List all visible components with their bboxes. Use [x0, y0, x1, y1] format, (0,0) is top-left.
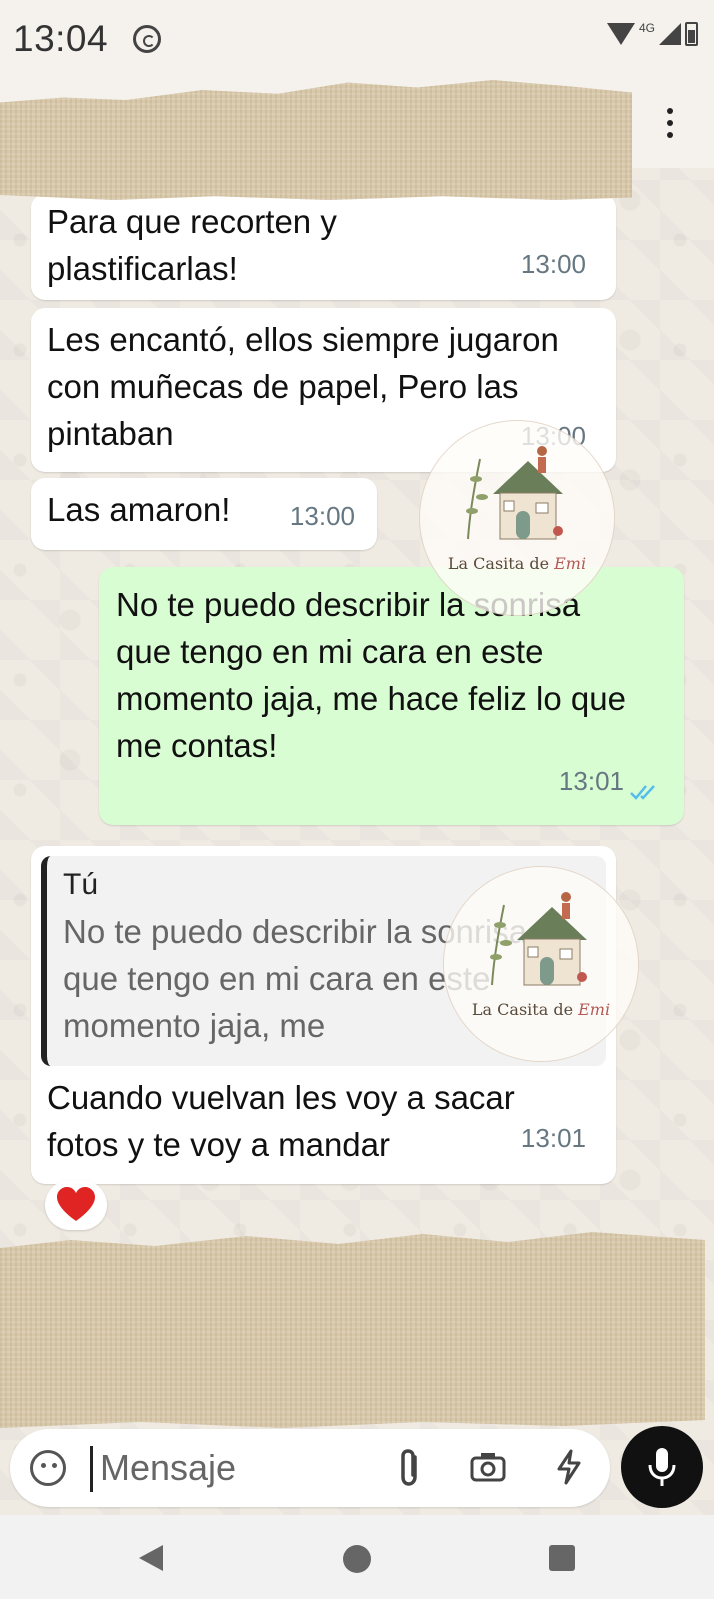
camera-icon[interactable] — [470, 1452, 506, 1482]
message-text: Cuando vuelvan les voy a sacar fotos y t… — [47, 1079, 515, 1163]
watermark-logo: La Casita de Emi — [419, 420, 615, 616]
back-icon[interactable] — [137, 1543, 165, 1573]
recents-icon[interactable] — [549, 1545, 575, 1571]
text-caret — [90, 1446, 93, 1492]
home-icon[interactable] — [343, 1545, 371, 1573]
watermark-label: La Casita de Emi — [447, 554, 587, 573]
sticker-icon[interactable] — [30, 1450, 66, 1486]
house-illustration-icon — [490, 892, 587, 986]
wifi-icon — [606, 23, 635, 45]
reaction-heart[interactable] — [45, 1180, 107, 1230]
house-illustration-icon — [466, 446, 563, 540]
battery-icon — [685, 22, 698, 46]
message-time: 13:01 — [520, 1123, 586, 1153]
message-bubble-outgoing[interactable]: No te puedo describir la sonrisa que ten… — [99, 567, 684, 825]
message-text: Para que recorten y plastificarlas! — [47, 203, 337, 287]
watermark-label: La Casita de Emi — [471, 1000, 611, 1019]
more-options-icon[interactable] — [666, 108, 674, 138]
message-text: No te puedo describir la sonrisa que ten… — [116, 586, 626, 764]
status-bar: 13:04 4G — [0, 0, 714, 80]
status-time: 13:04 — [13, 18, 109, 59]
message-time: 13:01 — [558, 766, 624, 796]
double-check-read-icon — [630, 785, 655, 800]
paperclip-icon[interactable] — [397, 1449, 423, 1487]
message-bubble-incoming[interactable]: Las amaron! 13:00 — [31, 478, 377, 550]
system-navigation-bar — [0, 1515, 714, 1599]
message-composer — [10, 1429, 610, 1507]
heart-icon — [57, 1187, 95, 1221]
microphone-icon — [648, 1448, 676, 1486]
status-icons: 4G — [606, 21, 698, 46]
message-time: 13:00 — [289, 501, 355, 531]
message-time: 13:00 — [520, 249, 586, 279]
message-input[interactable] — [100, 1444, 360, 1492]
message-bubble-incoming[interactable]: Para que recorten y plastificarlas! 13:0… — [31, 194, 616, 300]
network-type: 4G — [638, 21, 655, 35]
signal-icon — [659, 23, 681, 45]
whatsapp-notification-icon — [133, 25, 161, 53]
microphone-button[interactable] — [621, 1426, 703, 1508]
tape-cover-bottom — [0, 1232, 705, 1428]
watermark-logo: La Casita de Emi — [443, 866, 639, 1062]
lightning-icon[interactable] — [556, 1449, 582, 1485]
